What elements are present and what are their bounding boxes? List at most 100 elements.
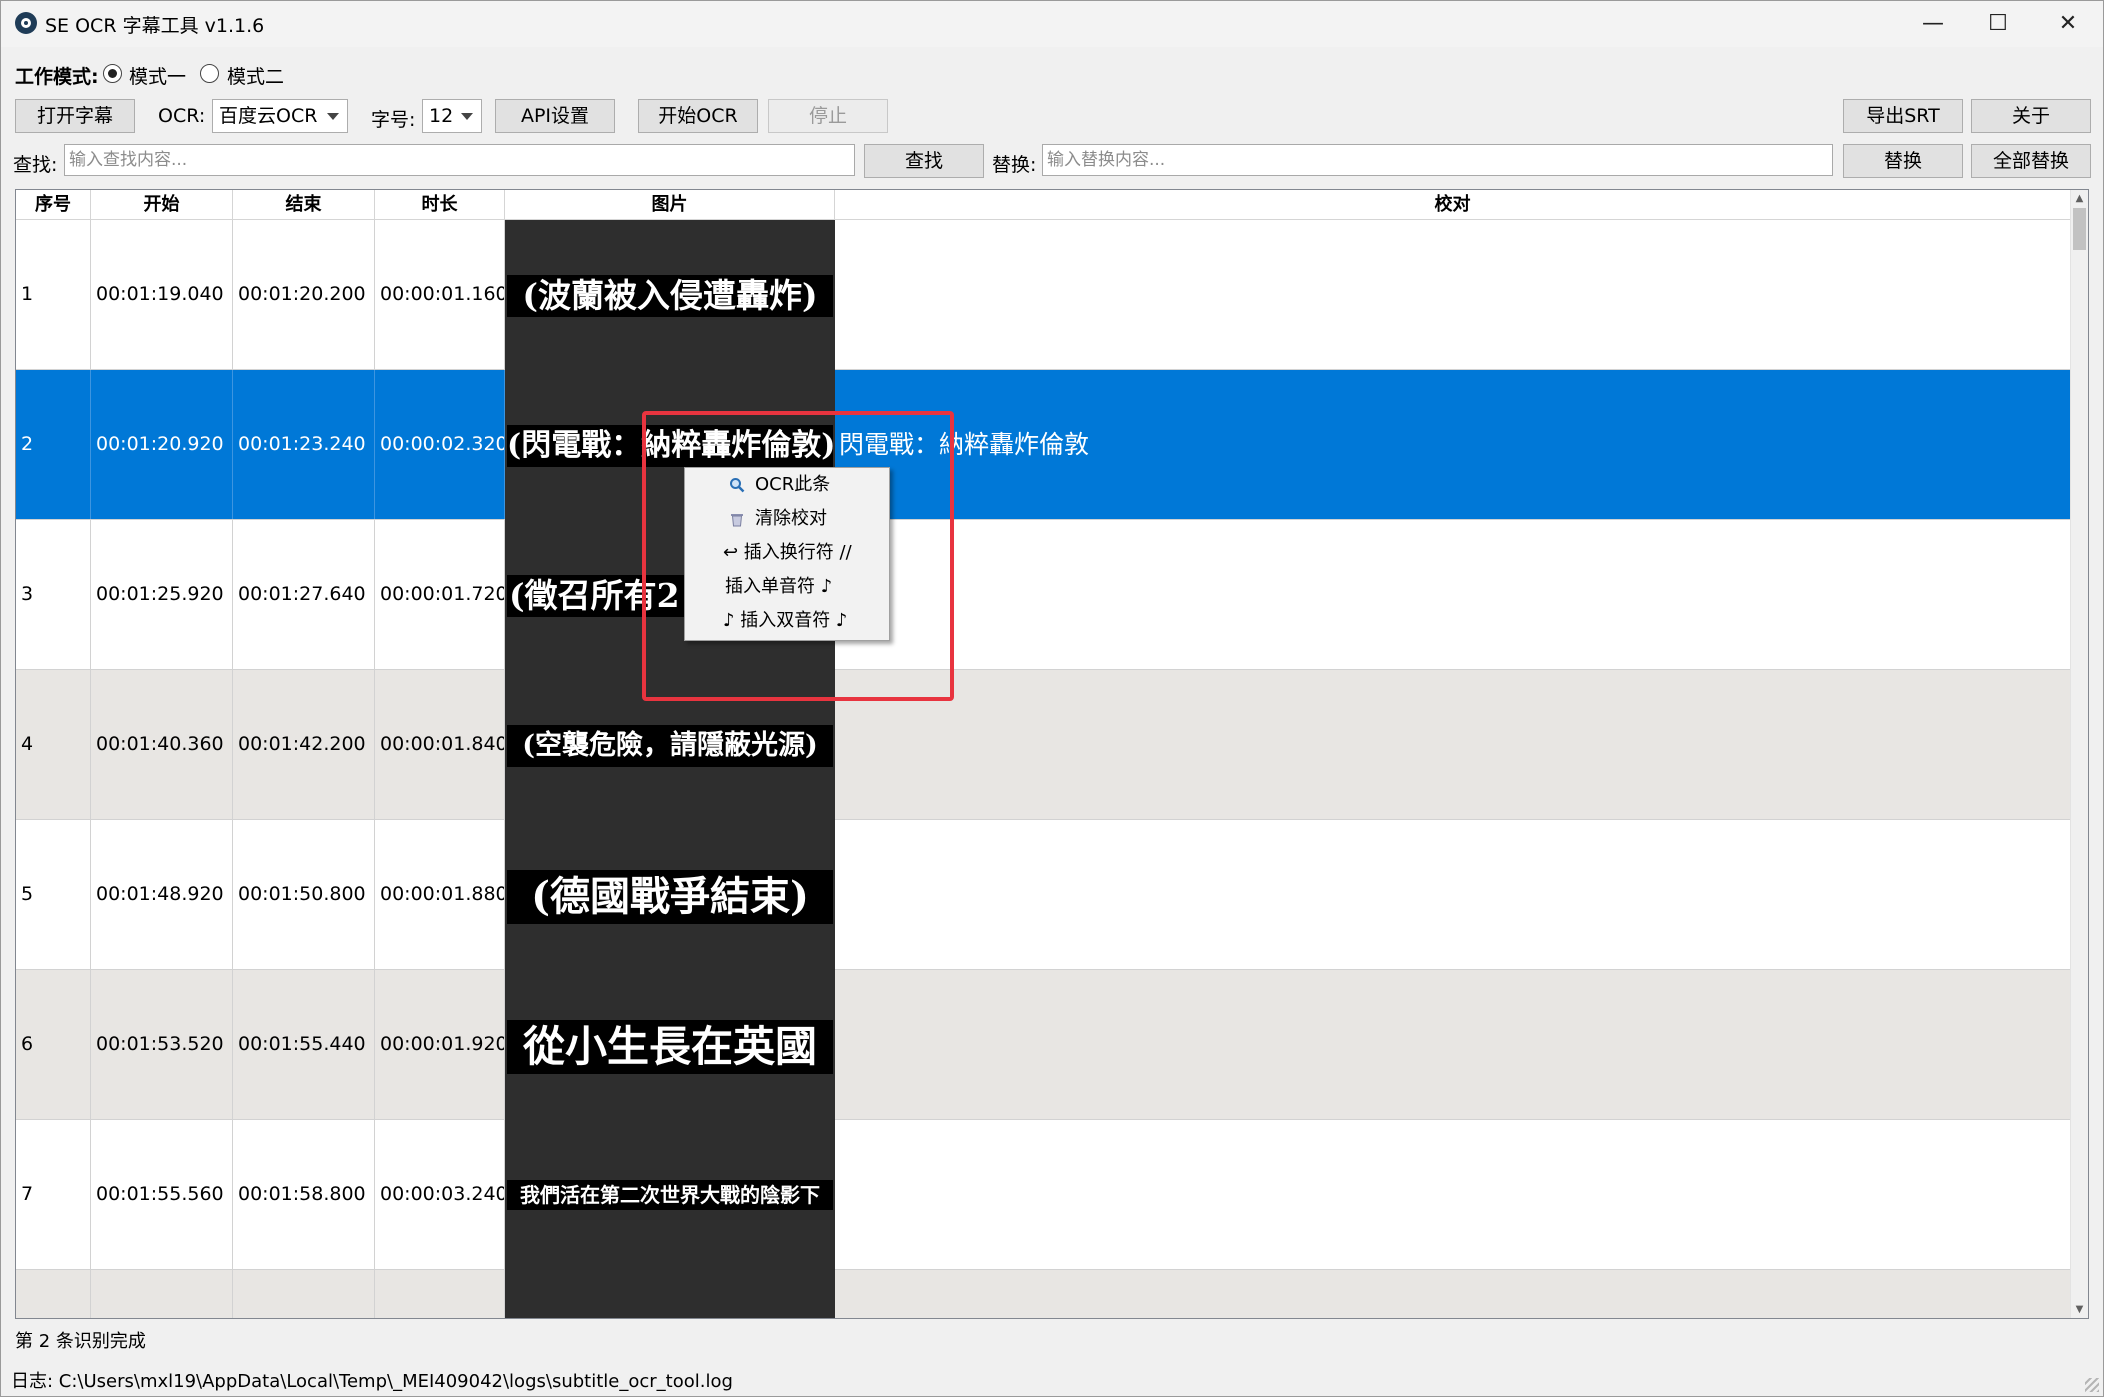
find-input-box[interactable] — [64, 144, 855, 176]
api-settings-button[interactable]: API设置 — [495, 99, 615, 133]
cell-start: 00:01:53.520 — [91, 970, 233, 1119]
find-button[interactable]: 查找 — [864, 144, 984, 178]
cell-end: 00:01:50.800 — [233, 820, 375, 969]
table-row[interactable]: 7 00:01:55.560 00:01:58.800 00:00:03.240… — [16, 1120, 2070, 1270]
start-ocr-button[interactable]: 开始OCR — [638, 99, 758, 133]
find-input[interactable] — [65, 145, 854, 175]
subtitle-image-text: (德國戰爭結束) — [507, 870, 833, 924]
replace-input[interactable] — [1043, 145, 1832, 175]
subtitle-image-text: 從小生長在英國 — [507, 1020, 833, 1074]
mode-one-label[interactable]: 模式一 — [129, 62, 186, 89]
header-proof[interactable]: 校对 — [835, 190, 2070, 219]
cell-end: 00:01:55.440 — [233, 970, 375, 1119]
table-row[interactable]: 5 00:01:48.920 00:01:50.800 00:00:01.880… — [16, 820, 2070, 970]
cell-duration: 00:00:01.880 — [375, 820, 505, 969]
header-no[interactable]: 序号 — [16, 190, 91, 219]
export-srt-button[interactable]: 导出SRT — [1843, 99, 1963, 133]
cell-no: 6 — [16, 970, 91, 1119]
mode-one-radio[interactable] — [103, 64, 122, 83]
font-size-value: 12 — [429, 105, 454, 127]
title-bar: SE OCR 字幕工具 v1.1.6 — ☐ ✕ — [1, 1, 2103, 47]
subtitle-image[interactable]: (德國戰爭結束) — [505, 820, 835, 970]
main-window: SE OCR 字幕工具 v1.1.6 — ☐ ✕ 工作模式: 模式一 模式二 打… — [0, 0, 2104, 1397]
cell-duration: 00:00:01.160 — [375, 220, 505, 369]
scroll-down-icon[interactable]: ▼ — [2071, 1301, 2088, 1318]
subtitle-image[interactable]: 從小生長在英國 — [505, 970, 835, 1120]
cell-duration: 00:00:02.320 — [375, 370, 505, 519]
cell-duration: 00:00:01.840 — [375, 670, 505, 819]
scroll-up-icon[interactable]: ▲ — [2071, 190, 2088, 207]
cell-no: 7 — [16, 1120, 91, 1269]
replace-input-box[interactable] — [1042, 144, 1833, 176]
cell-end: 00:01:27.640 — [233, 520, 375, 669]
cell-no: 4 — [16, 670, 91, 819]
window-title: SE OCR 字幕工具 v1.1.6 — [45, 15, 265, 37]
replace-all-button[interactable]: 全部替换 — [1971, 144, 2091, 178]
cell-end: 00:01:42.200 — [233, 670, 375, 819]
cell-duration — [375, 1270, 505, 1318]
cell-start: 00:01:25.920 — [91, 520, 233, 669]
cell-start — [91, 1270, 233, 1318]
ocr-label: OCR: — [158, 105, 206, 127]
subtitle-image[interactable]: 我們活在第二次世界大戰的陰影下 — [505, 1120, 835, 1270]
cell-end: 00:01:23.240 — [233, 370, 375, 519]
chevron-down-icon — [461, 113, 473, 120]
table-row[interactable] — [16, 1270, 2070, 1318]
header-end[interactable]: 结束 — [233, 190, 375, 219]
mode-two-label[interactable]: 模式二 — [227, 62, 284, 89]
highlight-annotation-box — [642, 411, 954, 701]
find-label: 查找: — [13, 154, 58, 176]
cell-no — [16, 1270, 91, 1318]
cell-no: 1 — [16, 220, 91, 369]
cell-start: 00:01:19.040 — [91, 220, 233, 369]
subtitle-image-text: (空襲危險，請隱蔽光源) — [507, 725, 833, 767]
maximize-button[interactable]: ☐ — [1963, 1, 2033, 47]
subtitle-image-text: 我們活在第二次世界大戰的陰影下 — [507, 1180, 833, 1210]
replace-label: 替换: — [992, 154, 1037, 176]
ocr-engine-value: 百度云OCR — [219, 105, 318, 127]
close-button[interactable]: ✕ — [2033, 1, 2103, 47]
subtitle-table[interactable]: 序号 开始 结束 时长 图片 校对 1 00:01:19.040 00:01:2… — [15, 189, 2089, 1319]
header-duration[interactable]: 时长 — [375, 190, 505, 219]
resize-grip-icon[interactable] — [2085, 1378, 2099, 1392]
ocr-engine-select[interactable]: 百度云OCR — [212, 99, 348, 133]
table-header: 序号 开始 结束 时长 图片 校对 — [16, 190, 2070, 220]
scroll-thumb[interactable] — [2073, 208, 2086, 250]
minimize-button[interactable]: — — [1898, 1, 1968, 47]
subtitle-image[interactable]: (波蘭被入侵遭轟炸) — [505, 220, 835, 370]
cell-duration: 00:00:01.920 — [375, 970, 505, 1119]
header-image[interactable]: 图片 — [505, 190, 835, 219]
chevron-down-icon — [327, 113, 339, 120]
table-row[interactable]: 1 00:01:19.040 00:01:20.200 00:00:01.160… — [16, 220, 2070, 370]
font-size-label: 字号: — [371, 109, 416, 131]
open-subtitle-button[interactable]: 打开字幕 — [15, 99, 135, 133]
replace-button[interactable]: 替换 — [1843, 144, 1963, 178]
cell-no: 5 — [16, 820, 91, 969]
table-row[interactable]: 3 00:01:25.920 00:01:27.640 00:00:01.720… — [16, 520, 2070, 670]
mode-two-radio[interactable] — [200, 64, 219, 83]
table-row[interactable]: 6 00:01:53.520 00:01:55.440 00:00:01.920… — [16, 970, 2070, 1120]
font-size-select[interactable]: 12 — [422, 99, 482, 133]
cell-end: 00:01:58.800 — [233, 1120, 375, 1269]
app-eye-icon — [15, 12, 37, 34]
cell-duration: 00:00:01.720 — [375, 520, 505, 669]
cell-start: 00:01:40.360 — [91, 670, 233, 819]
cell-duration: 00:00:03.240 — [375, 1120, 505, 1269]
vertical-scrollbar[interactable]: ▲ ▼ — [2070, 190, 2088, 1318]
mode-label: 工作模式: — [15, 66, 99, 88]
table-row-selected[interactable]: 2 00:01:20.920 00:01:23.240 00:00:02.320… — [16, 370, 2070, 520]
status-message: 第 2 条识别完成 — [15, 1331, 146, 1352]
subtitle-image[interactable] — [505, 1270, 835, 1318]
cell-no: 2 — [16, 370, 91, 519]
cell-no: 3 — [16, 520, 91, 669]
stop-button[interactable]: 停止 — [768, 99, 888, 133]
log-path: 日志: C:\Users\mxl19\AppData\Local\Temp\_M… — [11, 1371, 733, 1392]
cell-start: 00:01:55.560 — [91, 1120, 233, 1269]
header-start[interactable]: 开始 — [91, 190, 233, 219]
cell-end: 00:01:20.200 — [233, 220, 375, 369]
table-row[interactable]: 4 00:01:40.360 00:01:42.200 00:00:01.840… — [16, 670, 2070, 820]
subtitle-image-text: (波蘭被入侵遭轟炸) — [507, 275, 833, 317]
cell-end — [233, 1270, 375, 1318]
cell-start: 00:01:48.920 — [91, 820, 233, 969]
about-button[interactable]: 关于 — [1971, 99, 2091, 133]
